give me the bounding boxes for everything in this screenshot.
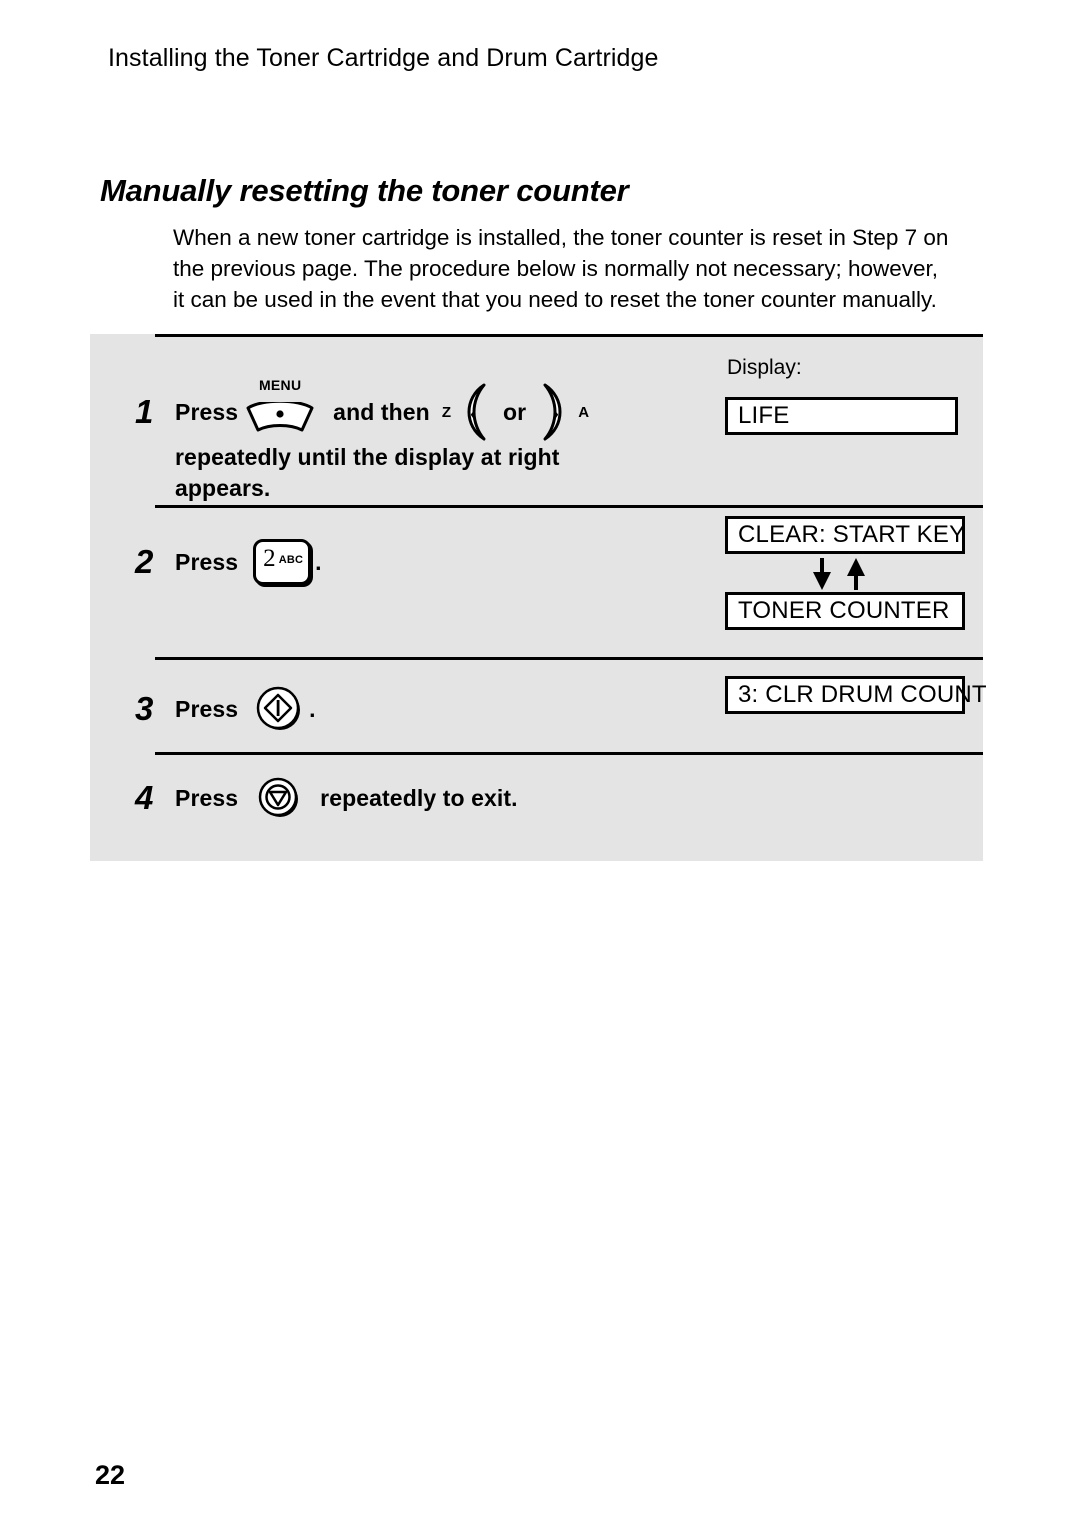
menu-key-icon[interactable]: MENU (246, 377, 314, 434)
step-press-label: Press (175, 548, 239, 575)
step-or-label: or (502, 398, 527, 425)
step-number: 1 (135, 393, 154, 430)
panel-divider-step1-step2 (155, 505, 983, 508)
display-toggle-arrows (802, 556, 882, 592)
procedure-step-2: 2 Press 2 ABC . (135, 539, 715, 585)
step-number: 3 (135, 690, 154, 727)
numeric-key-digit: 2 (263, 545, 276, 572)
step-number: 2 (135, 543, 154, 580)
intro-paragraph: When a new toner cartridge is installed,… (173, 222, 973, 315)
page-title: Manually resetting the toner counter (100, 172, 629, 208)
display-readout-toner-counter: TONER COUNTER (725, 592, 965, 630)
step-continuation-line-1: repeatedly until the display at right (175, 444, 560, 470)
intro-line-2: the previous page. The procedure below i… (173, 256, 939, 281)
procedure-step-4: 4 Press repeatedly to exit. (135, 774, 715, 822)
start-key-shape (256, 686, 301, 730)
procedure-step-1: 1 Press MENU and then Z ‹ or › A repeate… (135, 377, 715, 504)
numeric-key-2-icon[interactable]: 2 ABC (253, 539, 312, 585)
left-crescent-shape: ‹ (467, 383, 486, 441)
menu-key-label: MENU (258, 377, 302, 393)
step-continuation-line-2: appears. (175, 475, 271, 501)
svg-text:›: › (553, 404, 559, 423)
running-header-title: Installing the Toner Cartridge and Drum … (108, 44, 659, 72)
step-press-label: Press (175, 695, 239, 722)
step-press-label: Press (175, 784, 239, 811)
intro-line-3: it can be used in the event that you nee… (173, 287, 937, 312)
numeric-key-letters: ABC (278, 554, 304, 566)
page-number: 22 (95, 1460, 126, 1490)
step-trailing-punctuation: . (315, 548, 322, 575)
stop-key-icon[interactable] (255, 774, 303, 822)
left-arrow-key-label: Z (441, 403, 451, 421)
display-readout-life: LIFE (725, 397, 958, 435)
panel-divider-top (155, 334, 983, 337)
arrow-down-icon (813, 558, 831, 590)
start-key-icon[interactable] (255, 685, 303, 733)
step-number: 4 (135, 779, 154, 816)
step-continuation: repeatedly until the display at right ap… (175, 442, 715, 504)
display-column-label: Display: (727, 356, 802, 379)
step-connector-label: and then (333, 398, 430, 425)
panel-divider-step2-step3 (155, 657, 983, 660)
menu-arc-shape (246, 402, 314, 432)
procedure-step-3: 3 Press . (135, 685, 715, 733)
arrow-pair-shape (813, 558, 865, 590)
arrow-up-icon (847, 558, 865, 590)
procedure-panel: 1 Press MENU and then Z ‹ or › A repeate… (90, 334, 987, 861)
stop-key-shape (258, 777, 299, 817)
step-trailing-punctuation: . (309, 695, 316, 722)
left-arrow-key-icon[interactable]: Z ‹ (441, 382, 492, 442)
step-suffix-label: repeatedly to exit. (320, 784, 518, 811)
right-crescent-shape: › (543, 383, 562, 441)
step-press-label: Press (175, 398, 239, 425)
panel-divider-step3-step4 (155, 752, 983, 755)
svg-text:‹: ‹ (470, 404, 476, 423)
right-arrow-key-label: A (578, 403, 590, 421)
intro-line-1: When a new toner cartridge is installed,… (173, 225, 949, 250)
display-readout-clr-drum-count: 3: CLR DRUM COUNT (725, 676, 987, 714)
right-arrow-key-icon[interactable]: › A (537, 382, 590, 442)
display-readout-clear-start-key: CLEAR: START KEY (725, 516, 965, 554)
